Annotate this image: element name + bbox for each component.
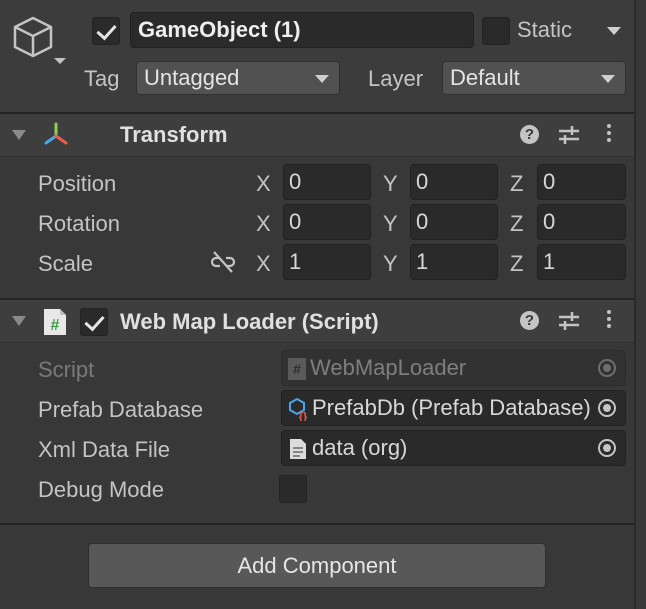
- axis-z-label[interactable]: Z: [510, 211, 523, 237]
- script-label: Script: [38, 357, 95, 382]
- preset-sliders-icon[interactable]: [557, 123, 581, 147]
- scale-y-field[interactable]: 1: [410, 244, 498, 280]
- text-asset-icon: [288, 437, 308, 461]
- object-picker-icon: [598, 359, 616, 377]
- chevron-down-icon: [315, 75, 329, 83]
- svg-text:{}: {}: [299, 411, 308, 421]
- rotation-label: Rotation: [38, 211, 120, 236]
- divider: [0, 342, 634, 343]
- static-dropdown-arrow-icon[interactable]: [607, 27, 621, 35]
- unlinked-chain-icon[interactable]: [210, 250, 236, 274]
- object-picker-icon[interactable]: [598, 399, 616, 417]
- preset-sliders-icon[interactable]: [557, 309, 581, 333]
- cube-icon[interactable]: [10, 14, 68, 68]
- rotation-x-field[interactable]: 0: [283, 204, 371, 240]
- scale-label: Scale: [38, 251, 94, 276]
- tag-label: Tag: [84, 66, 120, 91]
- axis-y-label[interactable]: Y: [383, 211, 398, 237]
- script-enabled-toggle[interactable]: [80, 308, 108, 336]
- chevron-down-icon: [601, 75, 615, 83]
- divider: [0, 156, 634, 157]
- prefab-database-label: Prefab Database: [38, 397, 204, 422]
- divider: [0, 523, 634, 525]
- object-picker-icon[interactable]: [598, 439, 616, 457]
- position-label: Position: [38, 171, 117, 196]
- axis-z-label[interactable]: Z: [510, 251, 523, 277]
- foldout-arrow-icon[interactable]: [12, 316, 26, 326]
- prefab-database-field[interactable]: {} PrefabDb (Prefab Database): [281, 390, 626, 426]
- axis-x-label[interactable]: X: [256, 171, 271, 197]
- script-reference-value: WebMapLoader: [310, 355, 467, 380]
- scale-z-field[interactable]: 1: [537, 244, 626, 280]
- object-name-input[interactable]: GameObject (1): [130, 12, 474, 48]
- transform-axes-icon: [42, 121, 70, 149]
- foldout-arrow-icon[interactable]: [12, 130, 26, 140]
- help-icon[interactable]: ?: [520, 125, 539, 144]
- layer-label: Layer: [368, 66, 424, 91]
- tag-value: Untagged: [144, 65, 240, 90]
- tag-dropdown[interactable]: Untagged: [136, 61, 340, 95]
- rotation-z-field[interactable]: 0: [537, 204, 626, 240]
- xml-data-file-label: Xml Data File: [38, 437, 171, 462]
- debug-mode-toggle[interactable]: [279, 475, 307, 503]
- axis-y-label[interactable]: Y: [383, 171, 398, 197]
- help-icon[interactable]: ?: [520, 311, 539, 330]
- layer-dropdown[interactable]: Default: [442, 61, 626, 95]
- position-x-field[interactable]: 0: [283, 164, 371, 200]
- position-y-field[interactable]: 0: [410, 164, 498, 200]
- active-toggle[interactable]: [92, 17, 120, 45]
- axis-y-label[interactable]: Y: [383, 251, 398, 277]
- xml-data-file-field[interactable]: data (org): [281, 430, 626, 466]
- add-component-button[interactable]: Add Component: [88, 543, 546, 588]
- context-menu-icon[interactable]: [606, 124, 612, 146]
- axis-x-label[interactable]: X: [256, 251, 271, 277]
- scriptable-object-icon: {}: [288, 397, 310, 423]
- position-z-field[interactable]: 0: [537, 164, 626, 200]
- static-toggle[interactable]: [482, 17, 510, 45]
- script-component-title: Web Map Loader (Script): [120, 309, 379, 334]
- axis-z-label[interactable]: Z: [510, 171, 523, 197]
- xml-data-file-value: data (org): [312, 435, 408, 460]
- csharp-script-icon: #: [42, 308, 68, 336]
- axis-x-label[interactable]: X: [256, 211, 271, 237]
- prefab-database-value: PrefabDb (Prefab Database): [312, 395, 591, 420]
- static-label: Static: [517, 17, 573, 42]
- svg-text:#: #: [51, 317, 60, 334]
- debug-mode-label: Debug Mode: [38, 477, 164, 502]
- rotation-y-field[interactable]: 0: [410, 204, 498, 240]
- layer-value: Default: [450, 65, 520, 90]
- context-menu-icon[interactable]: [606, 310, 612, 332]
- script-reference-field: # WebMapLoader: [281, 350, 626, 386]
- scale-x-field[interactable]: 1: [283, 244, 371, 280]
- scrollbar-gutter: [636, 0, 646, 609]
- transform-title: Transform: [120, 122, 228, 147]
- script-file-icon: #: [288, 358, 306, 381]
